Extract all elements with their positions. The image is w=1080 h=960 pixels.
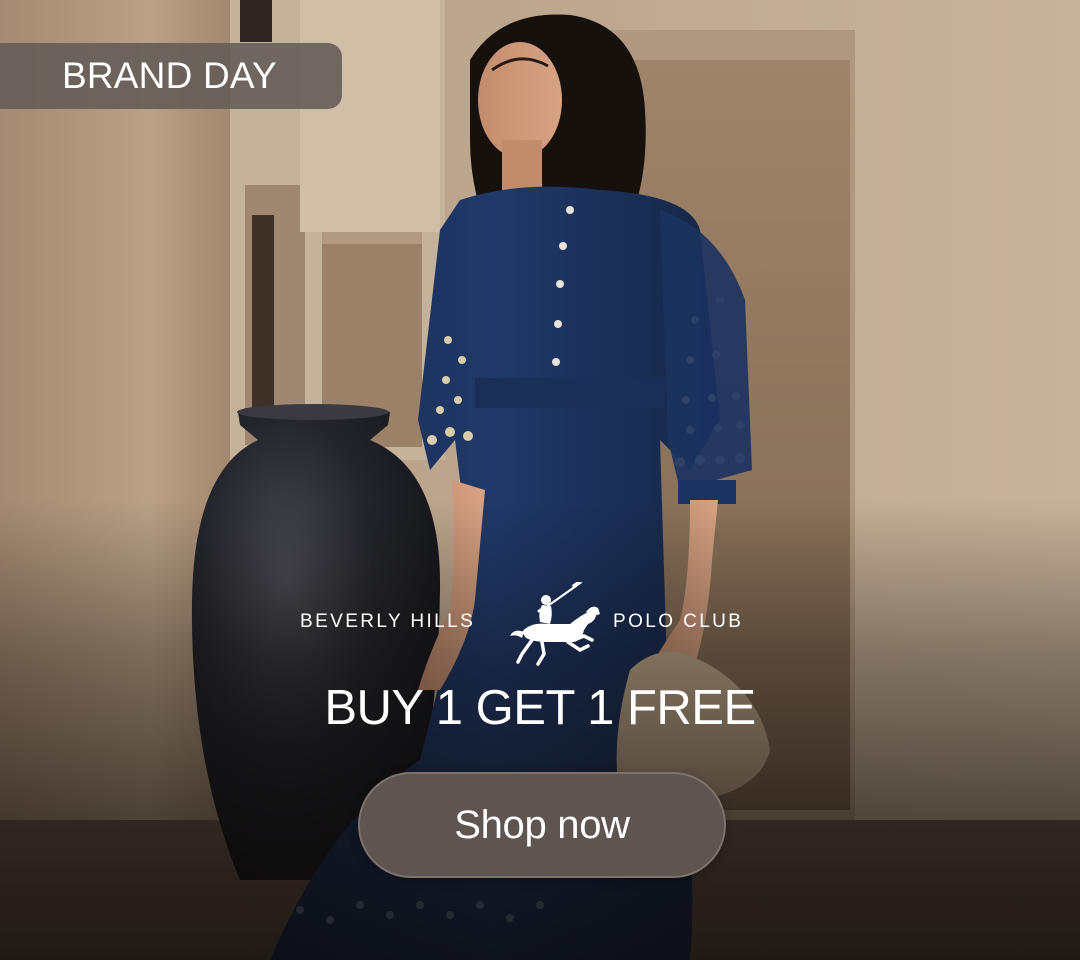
brand-day-label: BRAND DAY — [62, 55, 277, 96]
brand-name-right: POLO CLUB — [613, 611, 744, 632]
promo-banner[interactable]: BRAND DAY BEVERLY HILLS POLO CLUB BUY 1 … — [0, 0, 1080, 960]
shop-now-button[interactable]: Shop now — [358, 772, 726, 878]
brand-logo: BEVERLY HILLS POLO CLUB — [0, 582, 1080, 668]
polo-rider-icon — [510, 582, 600, 666]
shop-now-label: Shop now — [454, 802, 630, 847]
brand-day-badge: BRAND DAY — [0, 43, 342, 109]
brand-name-left: BEVERLY HILLS — [300, 611, 476, 632]
offer-headline: BUY 1 GET 1 FREE — [324, 681, 756, 735]
